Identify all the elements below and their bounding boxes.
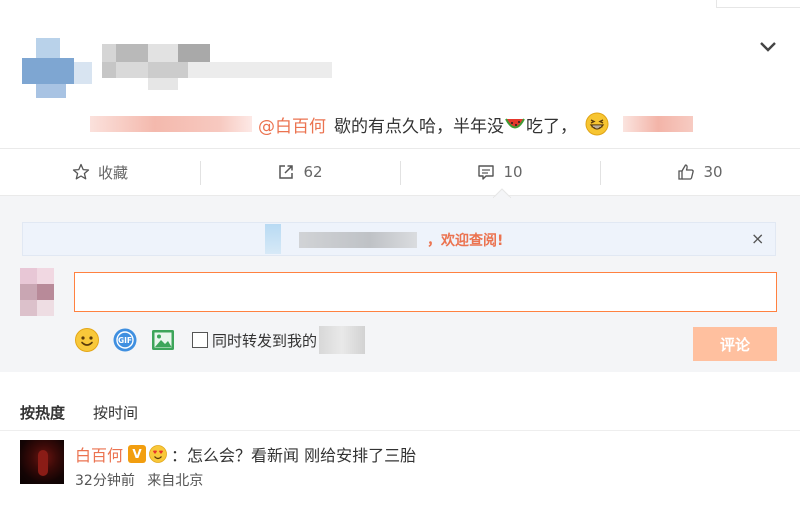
mention-link[interactable]: @白百何 — [258, 112, 326, 137]
my-avatar[interactable] — [20, 268, 54, 316]
divider — [0, 430, 800, 431]
like-button[interactable]: 30 — [600, 149, 800, 195]
thumbs-up-icon — [678, 164, 695, 180]
svg-text:GIF: GIF — [118, 336, 132, 345]
post-text-blurred — [90, 116, 252, 132]
verified-badge-icon: V — [128, 445, 147, 463]
grin-emoji-icon — [585, 112, 609, 136]
comment-source: 来自北京 — [147, 473, 204, 489]
forward-label: 同时转发到我的 — [212, 331, 318, 350]
forward-target-blurred — [319, 326, 366, 354]
tab-sort-hot[interactable]: 按热度 — [20, 402, 65, 423]
watermelon-emoji-icon — [505, 118, 525, 129]
post-tail-blurred — [623, 116, 693, 132]
notice-blurred-name — [299, 232, 417, 248]
share-button[interactable]: 62 — [200, 149, 400, 195]
commenter-avatar[interactable] — [20, 440, 64, 484]
author-name-blurred[interactable] — [102, 44, 332, 96]
post-action-bar: 收藏 62 10 30 — [0, 148, 800, 196]
comment-sort-tabs: 按热度 按时间 — [20, 402, 166, 423]
close-icon[interactable]: × — [751, 229, 764, 248]
comment-input[interactable] — [74, 272, 777, 312]
heart-eyes-emoji-icon — [149, 445, 167, 463]
commenter-name[interactable]: 白百何 — [75, 442, 123, 466]
comment-meta: 32分钟前 来自北京 — [75, 470, 203, 490]
gif-icon[interactable]: GIF — [112, 327, 138, 353]
notice-text: ，欢迎查阅! — [427, 233, 504, 249]
forward-checkbox[interactable] — [192, 332, 208, 348]
post-text-part2: 吃了， — [526, 116, 577, 137]
submit-comment-button[interactable]: 评论 — [693, 327, 777, 361]
chevron-down-icon[interactable] — [755, 36, 781, 58]
notice-blurred-avatar — [265, 224, 281, 254]
emoji-icon[interactable] — [74, 327, 100, 353]
comment-icon — [478, 165, 495, 180]
comment-timestamp: 32分钟前 — [75, 473, 135, 489]
welcome-notice: ，欢迎查阅! × — [22, 222, 776, 256]
share-count: 62 — [303, 163, 323, 181]
favorite-button[interactable]: 收藏 — [0, 149, 200, 195]
composer-toolbar: GIF 同时转发到我的 — [74, 326, 366, 354]
tab-sort-time[interactable]: 按时间 — [93, 402, 138, 423]
post-text-part1: 歇的有点久哈，半年没 — [334, 116, 504, 137]
like-count: 30 — [703, 163, 723, 181]
image-icon[interactable] — [150, 327, 176, 353]
comment-line: 白百何 V ：怎么会？看新闻 刚给安排了三胎 — [75, 442, 416, 466]
star-icon — [72, 163, 90, 180]
comment-text: ：怎么会？看新闻 刚给安排了三胎 — [171, 446, 417, 465]
comment-item: 白百何 V ：怎么会？看新闻 刚给安排了三胎 32分钟前 来自北京 — [20, 438, 780, 500]
caret-up-icon — [493, 188, 511, 198]
favorite-label: 收藏 — [97, 163, 128, 182]
post-content: @白百何 歇的有点久哈，半年没 吃了， — [90, 110, 693, 138]
author-avatar-blurred[interactable] — [22, 38, 94, 98]
comment-count: 10 — [503, 163, 523, 181]
weibo-post: @白百何 歇的有点久哈，半年没 吃了， — [0, 0, 800, 148]
top-frame-edge — [716, 0, 800, 8]
share-icon — [279, 165, 294, 179]
